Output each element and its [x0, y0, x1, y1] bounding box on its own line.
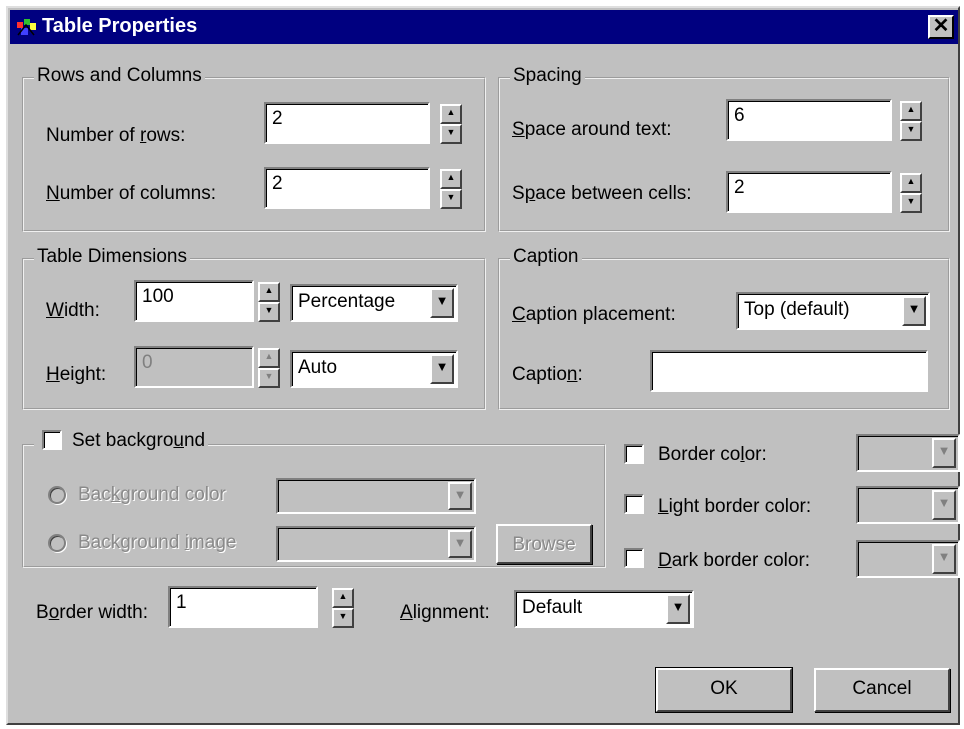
space-between-up-icon[interactable]: ▲	[900, 173, 922, 193]
border-width-label: Border width:	[36, 602, 148, 623]
background-color-select[interactable]: ▼	[276, 478, 476, 514]
space-between-spinner[interactable]: ▲ ▼	[900, 173, 922, 215]
alignment-label: Alignment:	[400, 602, 490, 623]
alignment-value: Default	[522, 597, 583, 618]
columns-down-icon[interactable]: ▼	[440, 189, 462, 209]
rows-spinner[interactable]: ▲ ▼	[440, 104, 462, 146]
table-properties-dialog: Table Properties ✕ Rows and Columns Numb…	[6, 6, 960, 725]
background-group: Set background Background color ▼ Backgr…	[22, 430, 606, 568]
space-around-down-icon[interactable]: ▼	[900, 121, 922, 141]
width-spinner[interactable]: ▲ ▼	[258, 282, 280, 324]
border-width-down-icon[interactable]: ▼	[332, 608, 354, 628]
light-border-color-checkbox[interactable]	[624, 494, 644, 514]
light-border-color-label: Light border color:	[658, 496, 812, 517]
width-input[interactable]: 100	[134, 280, 254, 322]
browse-button[interactable]: Browse	[496, 524, 592, 564]
height-spinner[interactable]: ▲ ▼	[258, 348, 280, 390]
border-color-select[interactable]: ▼	[856, 434, 960, 472]
chevron-down-icon[interactable]: ▼	[902, 296, 926, 326]
rows-input[interactable]: 2	[264, 102, 430, 144]
rows-down-icon[interactable]: ▼	[440, 124, 462, 144]
dialog-title: Table Properties	[42, 15, 198, 37]
width-up-icon[interactable]: ▲	[258, 282, 280, 302]
background-image-select[interactable]: ▼	[276, 526, 476, 562]
chevron-down-icon[interactable]: ▼	[932, 438, 956, 468]
background-color-radio[interactable]	[48, 486, 66, 504]
height-down-icon[interactable]: ▼	[258, 368, 280, 388]
border-color-label: Border color:	[658, 444, 767, 465]
height-input[interactable]: 0	[134, 346, 254, 388]
width-label: Width:	[46, 300, 100, 321]
columns-spinner[interactable]: ▲ ▼	[440, 169, 462, 211]
width-down-icon[interactable]: ▼	[258, 302, 280, 322]
chevron-down-icon[interactable]: ▼	[932, 544, 956, 574]
caption-placement-select[interactable]: Top (default) ▼	[736, 292, 930, 330]
caption-placement-value: Top (default)	[744, 299, 850, 320]
space-around-up-icon[interactable]: ▲	[900, 101, 922, 121]
chevron-down-icon[interactable]: ▼	[448, 482, 472, 510]
dark-border-color-checkbox[interactable]	[624, 548, 644, 568]
table-dimensions-group: Table Dimensions Width: 100 ▲ ▼ Percenta…	[22, 246, 486, 410]
app-icon	[16, 17, 38, 37]
width-unit-value: Percentage	[298, 291, 396, 312]
background-color-label: Background color	[78, 484, 226, 505]
table-dimensions-legend: Table Dimensions	[34, 246, 190, 268]
close-button[interactable]: ✕	[928, 15, 954, 39]
alignment-select[interactable]: Default ▼	[514, 590, 694, 628]
ok-button[interactable]: OK	[655, 667, 793, 713]
close-icon: ✕	[932, 15, 950, 37]
columns-label: Number of columns:	[46, 183, 217, 204]
chevron-down-icon[interactable]: ▼	[448, 530, 472, 558]
caption-label: Caption:	[512, 364, 583, 385]
rows-label: Number of rows:	[46, 125, 186, 146]
border-width-up-icon[interactable]: ▲	[332, 588, 354, 608]
width-unit-select[interactable]: Percentage ▼	[290, 284, 458, 322]
space-around-label: Space around text:	[512, 119, 672, 140]
space-around-input[interactable]: 6	[726, 99, 892, 141]
columns-input[interactable]: 2	[264, 167, 430, 209]
columns-up-icon[interactable]: ▲	[440, 169, 462, 189]
chevron-down-icon[interactable]: ▼	[932, 490, 956, 520]
light-border-color-select[interactable]: ▼	[856, 486, 960, 524]
chevron-down-icon[interactable]: ▼	[666, 594, 690, 624]
rows-up-icon[interactable]: ▲	[440, 104, 462, 124]
space-between-input[interactable]: 2	[726, 171, 892, 213]
space-between-down-icon[interactable]: ▼	[900, 193, 922, 213]
space-between-label: Space between cells:	[512, 183, 692, 204]
border-color-checkbox[interactable]	[624, 444, 644, 464]
background-image-radio[interactable]	[48, 534, 66, 552]
height-up-icon[interactable]: ▲	[258, 348, 280, 368]
dark-border-color-select[interactable]: ▼	[856, 540, 960, 578]
cancel-button[interactable]: Cancel	[814, 668, 950, 712]
chevron-down-icon[interactable]: ▼	[430, 354, 454, 384]
caption-placement-label: Caption placement:	[512, 304, 676, 325]
rows-columns-legend: Rows and Columns	[34, 65, 205, 87]
caption-input[interactable]	[650, 350, 928, 392]
background-image-label: Background image	[78, 532, 237, 553]
title-bar[interactable]: Table Properties ✕	[10, 10, 958, 44]
space-around-spinner[interactable]: ▲ ▼	[900, 101, 922, 143]
height-label: Height:	[46, 364, 107, 385]
spacing-legend: Spacing	[510, 65, 585, 87]
height-unit-select[interactable]: Auto ▼	[290, 350, 458, 388]
set-background-checkbox[interactable]	[42, 430, 62, 450]
border-width-input[interactable]: 1	[168, 586, 318, 628]
spacing-group: Spacing Space around text: 6 ▲ ▼ Space b…	[498, 65, 950, 232]
caption-group: Caption Caption placement: Top (default)…	[498, 246, 950, 410]
dark-border-color-label: Dark border color:	[658, 550, 811, 571]
caption-legend: Caption	[510, 246, 582, 268]
height-unit-value: Auto	[298, 357, 338, 378]
set-background-legend: Set background	[34, 430, 209, 452]
rows-columns-group: Rows and Columns Number of rows: 2 ▲ ▼ N…	[22, 65, 486, 232]
border-width-spinner[interactable]: ▲ ▼	[332, 588, 354, 630]
chevron-down-icon[interactable]: ▼	[430, 288, 454, 318]
